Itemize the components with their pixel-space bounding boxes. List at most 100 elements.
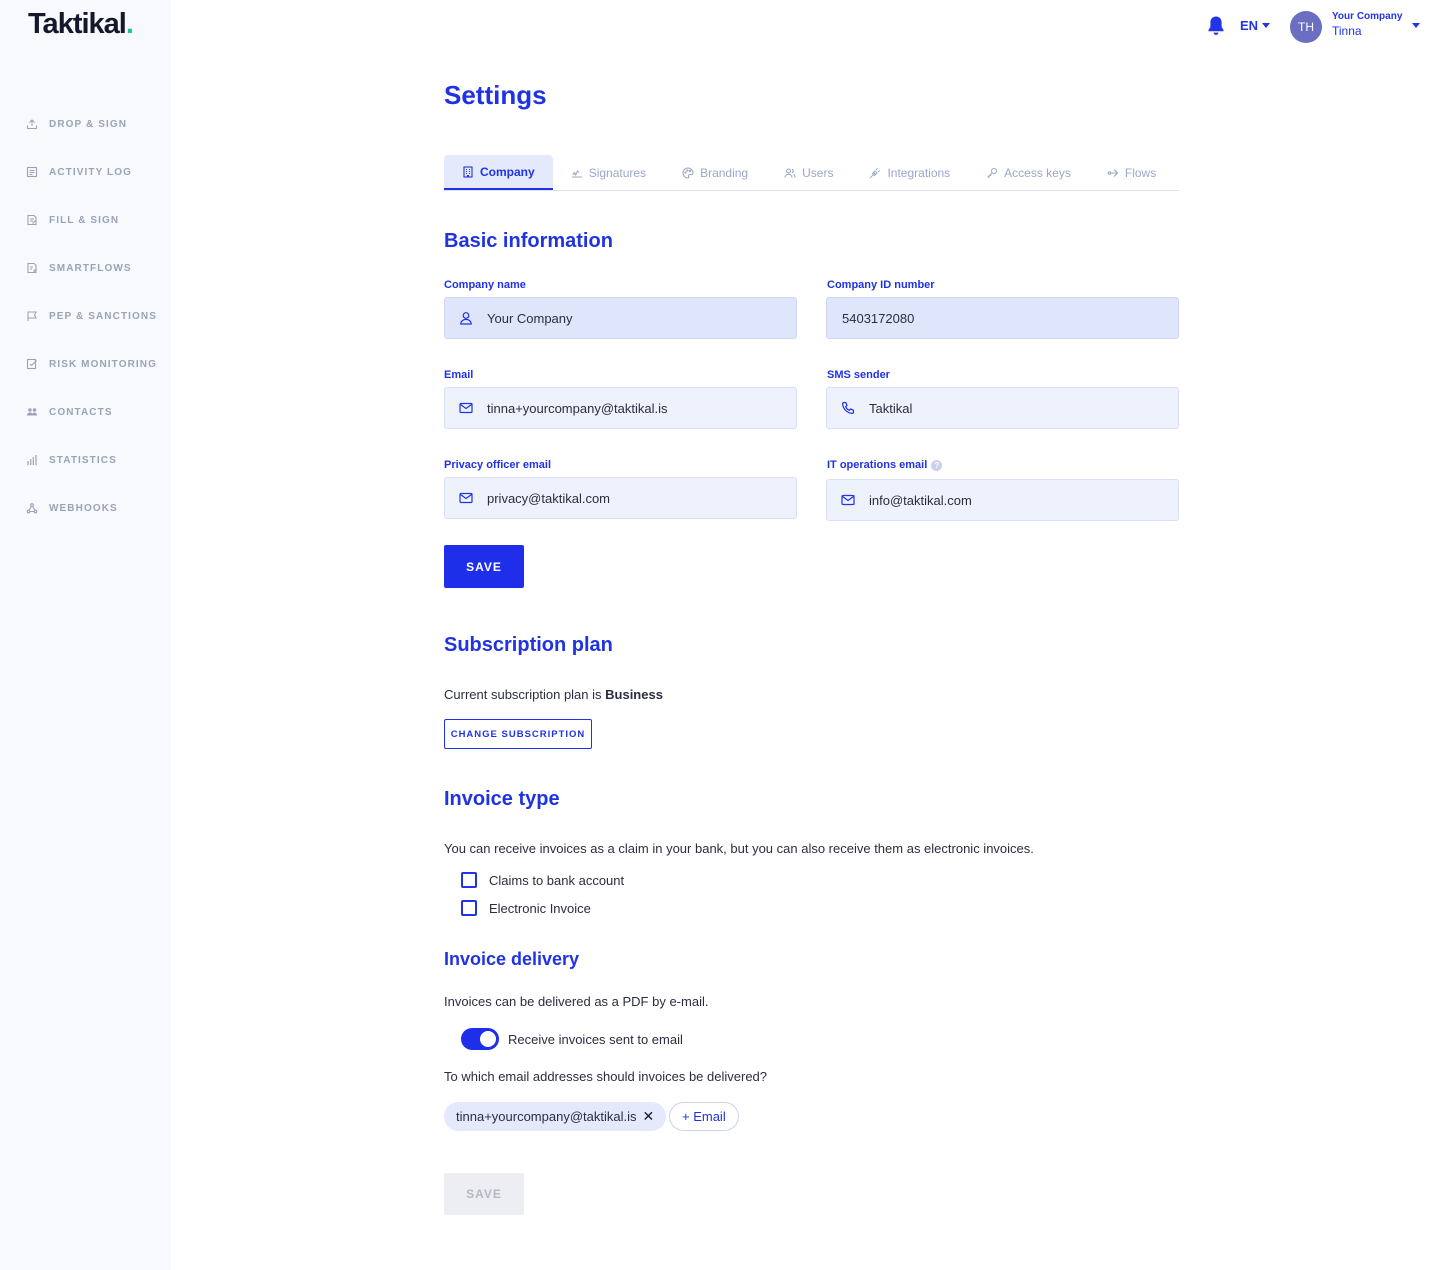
flag-icon [27, 311, 37, 321]
chevron-down-icon [1262, 23, 1271, 28]
users-icon [784, 167, 796, 178]
user-company: Your Company [1332, 11, 1403, 22]
language-label: EN [1240, 18, 1259, 33]
sidebar-item-fill-sign[interactable]: FILL & SIGN [0, 196, 171, 244]
email-input[interactable] [487, 400, 767, 416]
sidebar-item-label: SMARTFLOWS [49, 262, 132, 274]
log-icon [26, 166, 38, 178]
electronic-checkbox-row[interactable]: Electronic Invoice [461, 900, 591, 916]
logo[interactable]: Taktikal. [28, 8, 134, 41]
sidebar-item-label: ACTIVITY LOG [49, 166, 133, 178]
webhook-icon [26, 503, 38, 514]
receive-invoices-toggle-row: Receive invoices sent to email [461, 1028, 683, 1050]
toggle-label: Receive invoices sent to email [508, 1031, 683, 1047]
tab-integrations[interactable]: Integrations [851, 155, 968, 190]
sidebar-item-drop-sign[interactable]: DROP & SIGN [0, 100, 171, 148]
privacy-email-input[interactable] [487, 490, 767, 506]
electronic-checkbox[interactable] [461, 900, 477, 916]
email-field[interactable] [444, 387, 797, 429]
sms-sender-label: SMS sender [827, 369, 890, 381]
upload-icon [26, 119, 38, 130]
basic-info-heading: Basic information [444, 230, 613, 252]
privacy-email-field[interactable] [444, 477, 797, 519]
invoice-delivery-description: Invoices can be delivered as a PDF by e-… [444, 994, 709, 1009]
tab-users[interactable]: Users [766, 155, 851, 190]
it-email-input[interactable] [869, 492, 1149, 508]
tab-label: Branding [700, 165, 749, 180]
company-id-field[interactable] [826, 297, 1179, 339]
sidebar-item-risk-monitoring[interactable]: RISK MONITORING [0, 340, 171, 388]
add-email-button[interactable]: + Email [669, 1102, 739, 1131]
plug-icon [870, 167, 881, 178]
user-icon [460, 312, 472, 325]
key-icon [987, 167, 998, 178]
tab-label: Integrations [887, 165, 951, 180]
chevron-down-icon[interactable] [1412, 23, 1420, 28]
invoice-delivery-heading: Invoice delivery [444, 949, 580, 969]
tab-label: Users [802, 165, 834, 180]
company-id-input[interactable] [842, 310, 1122, 326]
it-email-field[interactable] [826, 479, 1179, 521]
form-icon [27, 214, 37, 226]
tab-branding[interactable]: Branding [664, 155, 766, 190]
company-name-input[interactable] [487, 310, 767, 326]
user-name: Tinna [1332, 24, 1362, 38]
sidebar-item-activity-log[interactable]: ACTIVITY LOG [0, 148, 171, 196]
claims-label: Claims to bank account [489, 872, 625, 888]
settings-tabs: Company Signatures Branding Users Integr… [444, 155, 1179, 191]
mail-icon [459, 492, 473, 504]
subscription-heading: Subscription plan [444, 634, 613, 656]
subscription-plan-name: Business [605, 687, 663, 702]
signature-icon [571, 169, 582, 178]
claims-checkbox-row[interactable]: Claims to bank account [461, 872, 624, 888]
language-selector[interactable]: EN [1240, 18, 1271, 33]
email-chip: tinna+yourcompany@taktikal.is ✕ [444, 1102, 667, 1131]
sidebar: Taktikal. DROP & SIGN ACTIVITY LOG FILL … [0, 0, 171, 1270]
company-name-label: Company name [444, 279, 526, 291]
sidebar-item-pep-sanctions[interactable]: PEP & SANCTIONS [0, 292, 171, 340]
invoice-type-description: You can receive invoices as a claim in y… [444, 841, 1034, 856]
electronic-label: Electronic Invoice [489, 900, 591, 916]
sms-sender-input[interactable] [869, 400, 1149, 416]
tab-flows[interactable]: Flows [1089, 155, 1174, 190]
save-button-disabled[interactable]: SAVE [444, 1173, 524, 1215]
it-email-label: IT operations email ? [827, 459, 943, 471]
tab-company[interactable]: Company [444, 155, 553, 190]
change-subscription-button[interactable]: CHANGE SUBSCRIPTION [444, 719, 592, 749]
close-icon[interactable]: ✕ [642, 1108, 654, 1125]
sms-sender-field[interactable] [826, 387, 1179, 429]
checklist-icon [26, 358, 37, 370]
page-title: Settings [444, 80, 547, 110]
email-label: Email [444, 369, 474, 381]
tab-access-keys[interactable]: Access keys [968, 155, 1089, 190]
bar-chart-icon [27, 455, 37, 465]
tab-label: Flows [1124, 165, 1157, 180]
it-email-label-text: IT operations email [827, 459, 928, 471]
company-name-field[interactable] [444, 297, 797, 339]
sidebar-item-statistics[interactable]: STATISTICS [0, 436, 171, 484]
sidebar-item-label: CONTACTS [49, 406, 113, 418]
phone-icon [842, 401, 855, 414]
sidebar-item-label: WEBHOOKS [49, 502, 118, 514]
people-icon [27, 408, 37, 416]
user-menu[interactable]: Your Company Tinna [1332, 11, 1402, 38]
flow-icon [27, 262, 37, 274]
building-icon [463, 165, 473, 178]
help-icon[interactable]: ? [931, 459, 943, 471]
receive-invoices-toggle[interactable] [461, 1028, 499, 1050]
sidebar-item-smartflows[interactable]: SMARTFLOWS [0, 244, 171, 292]
sidebar-item-label: PEP & SANCTIONS [49, 310, 157, 322]
palette-icon [682, 166, 694, 179]
tab-label: Signatures [588, 165, 647, 180]
save-button[interactable]: SAVE [444, 545, 524, 588]
sidebar-item-webhooks[interactable]: WEBHOOKS [0, 484, 171, 532]
privacy-email-label: Privacy officer email [444, 459, 552, 471]
tab-signatures[interactable]: Signatures [553, 155, 664, 190]
bell-icon[interactable] [1206, 15, 1226, 37]
sidebar-item-contacts[interactable]: CONTACTS [0, 388, 171, 436]
delivery-question: To which email addresses should invoices… [444, 1069, 768, 1084]
sidebar-item-label: DROP & SIGN [49, 118, 128, 130]
avatar[interactable]: TH [1290, 11, 1322, 43]
claims-checkbox[interactable] [461, 872, 477, 888]
email-chip-label: tinna+yourcompany@taktikal.is [456, 1109, 637, 1124]
